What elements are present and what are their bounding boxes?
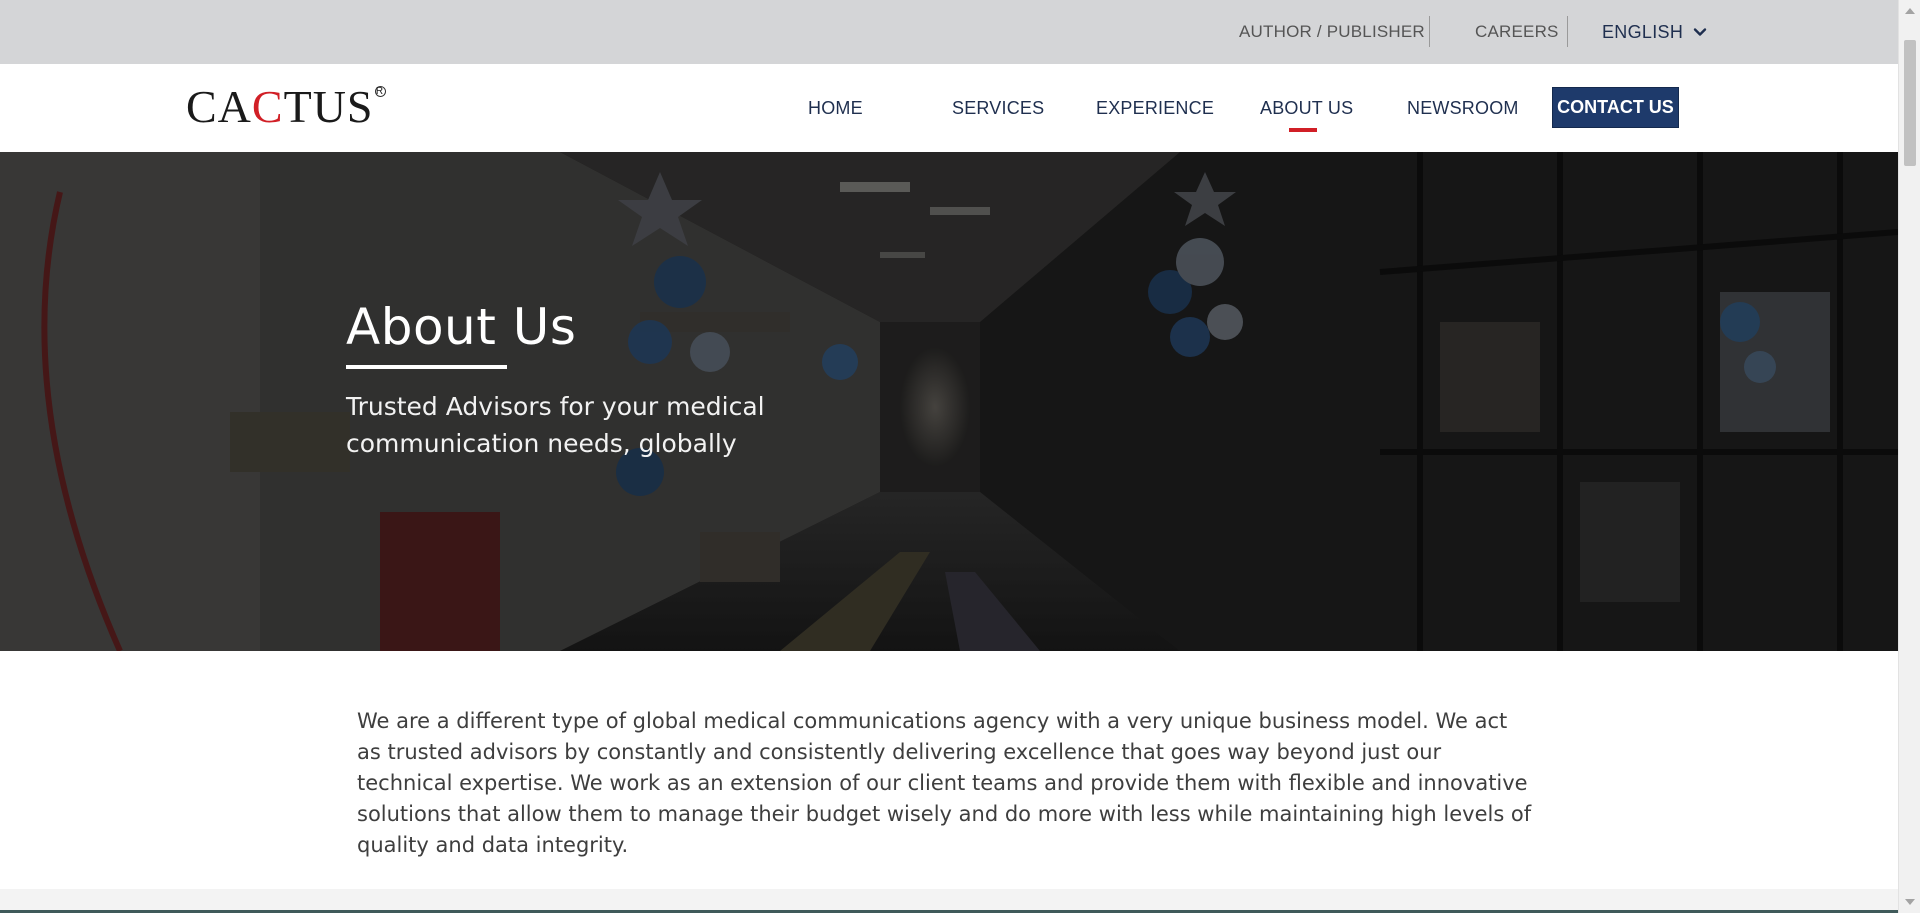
nav-services[interactable]: SERVICES xyxy=(952,64,1044,152)
page-scrollbar[interactable] xyxy=(1898,0,1920,913)
registered-mark-icon: R xyxy=(374,85,386,97)
language-label: ENGLISH xyxy=(1602,21,1684,42)
top-bar-divider xyxy=(1429,16,1430,47)
hero-banner: About Us Trusted Advisors for your medic… xyxy=(0,152,1898,651)
language-selector[interactable]: ENGLISH xyxy=(1602,0,1707,64)
hero-subtitle: Trusted Advisors for your medical commun… xyxy=(346,392,765,458)
main-header: CA C TUS R HOME SERVICES EXPERIENCE ABOUT U… xyxy=(0,64,1898,152)
office-corridor-background-image xyxy=(0,152,1898,651)
scroll-up-arrow-icon[interactable] xyxy=(1905,8,1915,14)
intro-paragraph: We are a different type of global medica… xyxy=(357,709,1532,857)
nav-experience[interactable]: EXPERIENCE xyxy=(1096,64,1214,152)
hero-title: About Us xyxy=(346,298,577,356)
scrollbar-thumb[interactable] xyxy=(1904,40,1916,166)
nav-about-us[interactable]: ABOUT US xyxy=(1260,64,1353,152)
top-utility-bar: AUTHOR / PUBLISHER CAREERS ENGLISH xyxy=(0,0,1898,64)
careers-link[interactable]: CAREERS xyxy=(1475,0,1559,64)
author-publisher-link[interactable]: AUTHOR / PUBLISHER xyxy=(1239,0,1425,64)
contact-us-button[interactable]: CONTACT US xyxy=(1552,87,1679,128)
cactus-logo[interactable]: CA C TUS R xyxy=(186,84,386,134)
top-bar-divider xyxy=(1567,16,1568,47)
scroll-down-arrow-icon[interactable] xyxy=(1905,899,1915,905)
nav-newsroom[interactable]: NEWSROOM xyxy=(1407,64,1519,152)
active-nav-indicator xyxy=(1289,128,1317,132)
nav-home[interactable]: HOME xyxy=(808,64,863,152)
hero-title-underline xyxy=(346,365,507,369)
chevron-down-icon xyxy=(1693,28,1707,36)
